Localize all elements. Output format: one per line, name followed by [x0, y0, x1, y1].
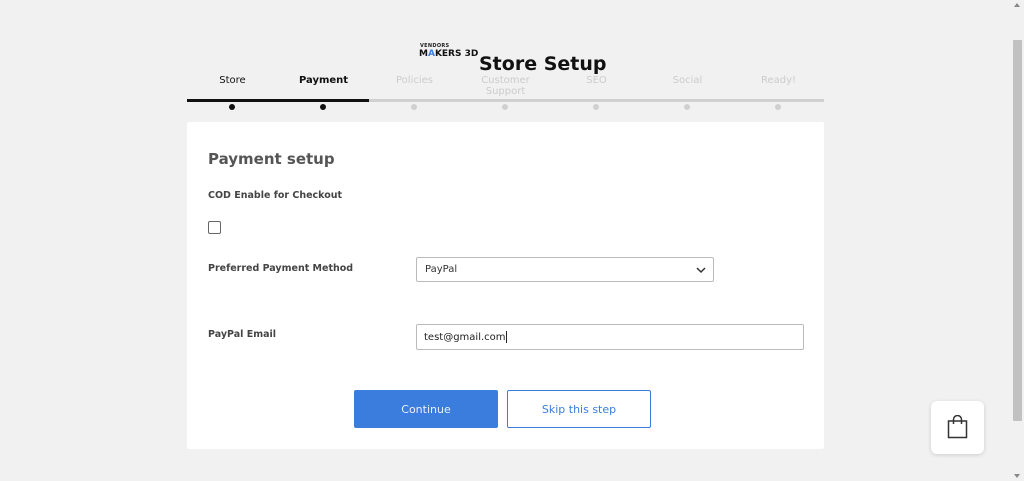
setup-wizard: VENDORS MAKERS 3D Store Setup Store Paym… — [169, 19, 843, 481]
scroll-down-icon[interactable] — [1014, 474, 1020, 478]
page-title: Store Setup — [479, 53, 607, 75]
wizard-steps: Store Payment Policies Customer Support … — [187, 75, 824, 110]
step-dot — [320, 104, 326, 110]
step-payment[interactable]: Payment — [278, 75, 369, 86]
page-scrollbar[interactable] — [1011, 0, 1024, 481]
step-dot — [502, 104, 508, 110]
shopping-bag-icon — [947, 415, 968, 439]
payment-method-label: Preferred Payment Method — [208, 263, 354, 274]
scroll-thumb[interactable] — [1013, 40, 1022, 421]
paypal-email-input[interactable]: test@gmail.com — [416, 324, 804, 350]
brand-main-text: MAKERS 3D — [419, 49, 479, 59]
progress-fill — [187, 99, 369, 102]
page: VENDORS MAKERS 3D Store Setup Store Paym… — [0, 0, 1024, 481]
cod-checkbox[interactable] — [208, 221, 221, 234]
scroll-up-icon[interactable] — [1014, 3, 1020, 7]
step-store[interactable]: Store — [187, 75, 278, 86]
step-seo[interactable]: SEO — [551, 75, 642, 86]
payment-card: Payment setup COD Enable for Checkout Pr… — [187, 122, 824, 449]
step-customer-support[interactable]: Customer Support — [460, 75, 551, 97]
cart-button[interactable] — [931, 401, 984, 454]
text-caret — [505, 331, 507, 343]
paypal-email-label: PayPal Email — [208, 329, 277, 340]
step-dot — [229, 104, 235, 110]
skip-step-button[interactable]: Skip this step — [507, 390, 651, 428]
payment-method-select[interactable]: PayPal — [416, 257, 714, 282]
cod-label: COD Enable for Checkout — [208, 190, 343, 201]
section-heading: Payment setup — [208, 150, 335, 168]
step-dot — [684, 104, 690, 110]
step-dot — [411, 104, 417, 110]
step-dot — [593, 104, 599, 110]
payment-method-value: PayPal — [425, 264, 458, 275]
chevron-down-icon — [696, 267, 706, 274]
step-policies[interactable]: Policies — [369, 75, 460, 86]
continue-button[interactable]: Continue — [354, 390, 498, 428]
step-ready[interactable]: Ready! — [733, 75, 824, 86]
paypal-email-value: test@gmail.com — [424, 331, 507, 343]
step-dot — [775, 104, 781, 110]
progress-track — [187, 99, 824, 102]
brand-logo: VENDORS MAKERS 3D — [419, 43, 479, 63]
step-social[interactable]: Social — [642, 75, 733, 86]
